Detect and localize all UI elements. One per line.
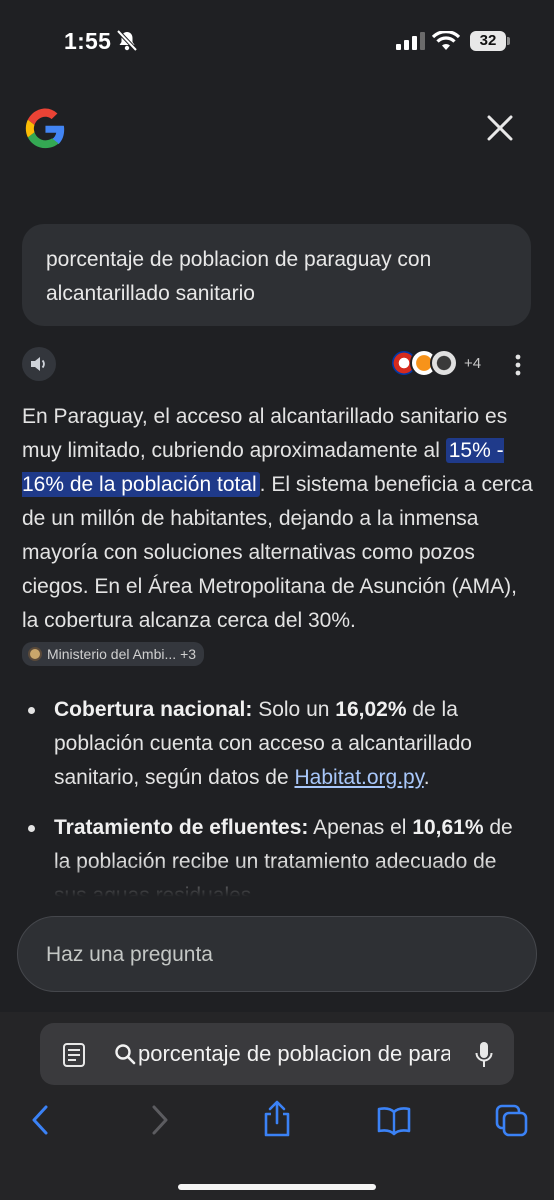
bullet-text: . xyxy=(423,766,430,789)
ministerio-icon xyxy=(28,647,42,661)
close-icon[interactable] xyxy=(484,112,516,144)
forward-icon[interactable] xyxy=(150,1104,170,1136)
search-icon xyxy=(115,1044,136,1065)
signal-icon xyxy=(396,32,425,50)
more-icon[interactable] xyxy=(514,354,522,376)
ai-answer-paragraph: En Paraguay, el acceso al alcantarillado… xyxy=(22,400,534,672)
battery-level: 32 xyxy=(470,31,506,51)
share-icon[interactable] xyxy=(261,1100,293,1138)
source-chip-label: Ministerio del Ambi... xyxy=(47,646,177,662)
listen-button[interactable] xyxy=(22,347,56,381)
source-chip[interactable]: Ministerio del Ambi... +3 xyxy=(22,642,205,666)
answer-text-1: En Paraguay, el acceso al alcantarillado… xyxy=(22,405,508,462)
bullet-title: Cobertura nacional: xyxy=(54,698,253,721)
bullet-text: Solo un xyxy=(252,698,336,721)
bullet-text: Apenas el xyxy=(308,816,413,839)
sources-more-count: +4 xyxy=(464,354,482,372)
list-item: Cobertura nacional: Solo un 16,02% de la… xyxy=(22,693,534,795)
bullet-title: Tratamiento de efluentes: xyxy=(54,816,309,839)
reader-icon[interactable] xyxy=(62,1042,86,1068)
source-icon-3 xyxy=(430,349,458,377)
google-logo xyxy=(25,108,65,149)
battery-tip xyxy=(507,37,510,45)
tabs-icon[interactable] xyxy=(495,1104,529,1138)
status-time: 1:55 xyxy=(64,28,112,54)
bullet-number: 16,02% xyxy=(335,698,407,721)
habitat-link[interactable]: Habitat.org.py xyxy=(295,766,424,789)
home-indicator[interactable] xyxy=(178,1184,376,1190)
speaker-icon xyxy=(31,357,45,371)
address-bar-text[interactable]: porcentaje de poblacion de paraguay con … xyxy=(138,1041,450,1067)
back-icon[interactable] xyxy=(30,1104,50,1136)
mic-icon[interactable] xyxy=(474,1041,494,1069)
query-bubble: porcentaje de poblacion de paraguay con … xyxy=(22,224,531,326)
source-icons[interactable]: +4 xyxy=(390,347,481,379)
bookmarks-icon[interactable] xyxy=(376,1106,412,1136)
bell-slash-icon xyxy=(116,30,138,52)
ask-followup-input[interactable]: Haz una pregunta xyxy=(17,916,537,992)
wifi-icon xyxy=(432,31,460,50)
bullet-number: 10,61% xyxy=(412,816,484,839)
source-chip-more: +3 xyxy=(180,646,197,662)
